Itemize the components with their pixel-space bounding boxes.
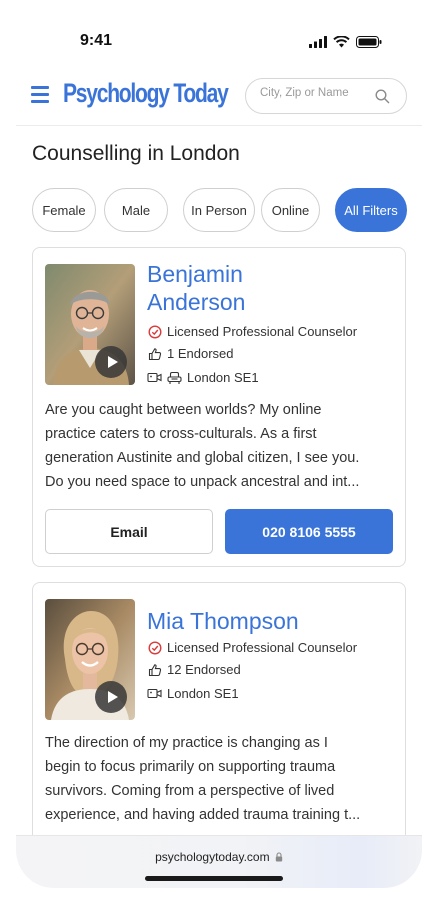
credential-row: Licensed Professional Counselor bbox=[147, 640, 357, 655]
filter-chip-online[interactable]: Online bbox=[261, 188, 320, 232]
video-icon bbox=[147, 370, 162, 385]
play-video-button[interactable] bbox=[95, 681, 127, 713]
thumbs-up-icon bbox=[147, 662, 162, 677]
hamburger-menu-icon[interactable] bbox=[31, 86, 49, 103]
filter-chip-all-filters[interactable]: All Filters bbox=[335, 188, 407, 232]
lock-icon bbox=[275, 852, 283, 862]
filter-chip-female[interactable]: Female bbox=[32, 188, 96, 232]
video-icon bbox=[147, 686, 162, 701]
search-input[interactable] bbox=[260, 87, 370, 99]
bio-line: Do you need space to unpack ancestral an… bbox=[45, 474, 360, 490]
browser-address-bar[interactable]: psychologytoday.com bbox=[16, 835, 422, 888]
email-button[interactable]: Email bbox=[45, 509, 213, 554]
therapist-bio[interactable]: Are you caught between worlds? My online… bbox=[45, 398, 397, 494]
filter-chip-male[interactable]: Male bbox=[104, 188, 168, 232]
filter-chip-in-person[interactable]: In Person bbox=[183, 188, 255, 232]
thumbs-up-icon bbox=[147, 346, 162, 361]
play-video-button[interactable] bbox=[95, 346, 127, 378]
location-row: London SE1 bbox=[147, 370, 259, 385]
status-icons bbox=[309, 36, 382, 48]
search-icon[interactable] bbox=[375, 89, 390, 104]
therapist-name[interactable]: Benjamin Anderson bbox=[147, 260, 245, 316]
check-badge-icon bbox=[147, 324, 162, 339]
credential-row: Licensed Professional Counselor bbox=[147, 324, 357, 339]
bio-line: generation Austinite and global citizen,… bbox=[45, 450, 360, 466]
call-button[interactable]: 020 8106 5555 bbox=[225, 509, 393, 554]
home-indicator[interactable] bbox=[145, 876, 283, 881]
url-display[interactable]: psychologytoday.com bbox=[16, 850, 422, 864]
bio-line: practice caters to cross-culturals. As a… bbox=[45, 426, 317, 442]
check-badge-icon bbox=[147, 640, 162, 655]
location-text: London SE1 bbox=[167, 686, 239, 701]
phone-screen: 9:41 Psychology Today City, Zip or Name … bbox=[16, 0, 422, 888]
therapist-name[interactable]: Mia Thompson bbox=[147, 607, 299, 635]
status-bar: 9:41 bbox=[16, 0, 422, 70]
therapist-card[interactable]: Benjamin Anderson Licensed Professional … bbox=[32, 247, 406, 567]
endorsed-text: 12 Endorsed bbox=[167, 662, 241, 677]
bio-line: Are you caught between worlds? My online bbox=[45, 402, 322, 418]
name-line-1: Benjamin bbox=[147, 261, 243, 287]
therapist-bio[interactable]: The direction of my practice is changing… bbox=[45, 731, 397, 827]
profile-photo[interactable] bbox=[45, 264, 135, 385]
url-text: psychologytoday.com bbox=[155, 850, 270, 864]
location-row: London SE1 bbox=[147, 686, 239, 701]
status-time: 9:41 bbox=[80, 32, 113, 49]
location-text: London SE1 bbox=[187, 370, 259, 385]
name-line-2: Anderson bbox=[147, 289, 246, 315]
battery-icon bbox=[356, 36, 382, 48]
search-field[interactable] bbox=[245, 78, 407, 114]
page-title: Counselling in London bbox=[32, 142, 240, 165]
bio-line: begin to focus primarily on supporting t… bbox=[45, 759, 336, 775]
couch-icon bbox=[167, 370, 182, 385]
bio-line: survivors. Coming from a perspective of … bbox=[45, 783, 335, 799]
psychology-today-logo[interactable]: Psychology Today bbox=[63, 78, 229, 109]
profile-photo[interactable] bbox=[45, 599, 135, 720]
endorsed-text: 1 Endorsed bbox=[167, 346, 234, 361]
wifi-icon bbox=[333, 36, 350, 48]
bio-line: The direction of my practice is changing… bbox=[45, 735, 328, 751]
site-header: Psychology Today bbox=[16, 72, 422, 126]
signal-icon bbox=[309, 36, 327, 48]
endorsed-row: 1 Endorsed bbox=[147, 346, 234, 361]
bio-line: experience, and having added trauma trai… bbox=[45, 807, 361, 823]
endorsed-row: 12 Endorsed bbox=[147, 662, 241, 677]
credential-text: Licensed Professional Counselor bbox=[167, 640, 358, 655]
credential-text: Licensed Professional Counselor bbox=[167, 324, 358, 339]
